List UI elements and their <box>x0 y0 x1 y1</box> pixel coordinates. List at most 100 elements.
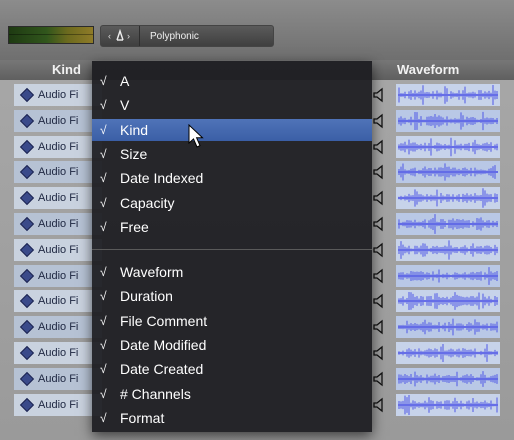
toolbar: ‹ › Polyphonic <box>0 0 514 61</box>
menu-item-file-comment[interactable]: √ File Comment <box>92 310 372 332</box>
checkmark-icon: √ <box>100 289 107 304</box>
checkmark-icon: √ <box>100 74 107 88</box>
file-type-icon <box>19 397 35 412</box>
elastic-audio-selector[interactable]: ‹ › Polyphonic <box>100 25 274 47</box>
speaker-icon[interactable] <box>372 190 388 206</box>
mouse-pointer-icon <box>188 124 204 148</box>
waveform-icon[interactable] <box>396 212 500 235</box>
tuning-fork-icon[interactable]: ‹ › <box>101 26 140 46</box>
kind-label: Audio Fi <box>38 372 79 385</box>
file-type-icon <box>19 87 35 103</box>
waveform-icon[interactable] <box>396 187 500 210</box>
waveform-icon[interactable] <box>396 84 500 106</box>
waveform-icon[interactable] <box>396 341 500 364</box>
file-type-icon <box>19 139 35 154</box>
checkmark-icon: √ <box>100 386 107 401</box>
speaker-icon[interactable] <box>372 242 388 258</box>
waveform-icon[interactable] <box>396 393 500 416</box>
kind-cell[interactable]: Audio Fi <box>14 187 102 210</box>
menu-item-label: Capacity <box>120 194 175 211</box>
menu-item-size[interactable]: √ Size <box>92 143 372 165</box>
file-type-icon <box>19 294 35 309</box>
speaker-icon[interactable] <box>372 371 388 387</box>
kind-label: Audio Fi <box>38 321 79 334</box>
waveform-icon[interactable] <box>396 109 500 132</box>
speaker-icon[interactable] <box>372 113 388 129</box>
menu-item-duration[interactable]: √ Duration <box>92 285 372 307</box>
speaker-icon[interactable] <box>372 319 388 335</box>
menu-item-capacity[interactable]: √ Capacity <box>92 192 372 214</box>
menu-item-waveform[interactable]: √ Waveform <box>92 261 372 283</box>
menu-item-kind[interactable]: √ Kind <box>92 118 372 141</box>
file-type-icon <box>19 345 35 361</box>
speaker-icon[interactable] <box>372 268 388 284</box>
checkmark-icon: √ <box>100 265 107 279</box>
column-header-kind[interactable]: Kind <box>52 62 81 77</box>
kind-label: Audio Fi <box>38 89 79 101</box>
menu-item-label: Format <box>120 409 165 426</box>
menu-item-label: Duration <box>120 288 173 305</box>
waveform-icon[interactable] <box>396 367 500 390</box>
kind-cell[interactable]: Audio Fi <box>14 84 102 106</box>
menu-item-format[interactable]: √ Format <box>92 407 372 429</box>
kind-cell[interactable]: Audio Fi <box>14 238 102 261</box>
menu-item-date-indexed[interactable]: √ Date Indexed <box>92 167 372 189</box>
svg-text:›: › <box>127 31 130 41</box>
speaker-icon[interactable] <box>372 293 388 309</box>
waveform-icon[interactable] <box>396 238 500 261</box>
menu-item-label: V <box>120 97 130 114</box>
menu-item-channels[interactable]: √ # Channels <box>92 383 372 405</box>
waveform-icon[interactable] <box>396 135 500 158</box>
menu-item-a[interactable]: √ A <box>92 70 372 92</box>
kind-cell[interactable]: Audio Fi <box>14 161 102 184</box>
column-header-waveform[interactable]: Waveform <box>397 62 459 77</box>
file-type-icon <box>19 216 35 232</box>
kind-cell[interactable]: Audio Fi <box>14 341 102 364</box>
speaker-icon[interactable] <box>372 87 388 103</box>
kind-label: Audio Fi <box>38 140 79 153</box>
menu-item-v[interactable]: √ V <box>92 94 372 116</box>
kind-cell[interactable]: Audio Fi <box>14 212 102 235</box>
speaker-icon[interactable] <box>372 397 388 413</box>
menu-item-label: File Comment <box>120 312 208 329</box>
menu-item-label: Size <box>120 145 148 162</box>
waveform-icon[interactable] <box>396 161 500 184</box>
kind-label: Audio Fi <box>38 398 79 411</box>
checkmark-icon: √ <box>100 362 107 377</box>
mode-label: Polyphonic <box>150 30 199 42</box>
kind-label: Audio Fi <box>38 269 79 282</box>
speaker-icon[interactable] <box>372 345 388 361</box>
file-type-icon <box>19 165 35 180</box>
waveform-icon[interactable] <box>396 264 500 287</box>
checkmark-icon: √ <box>100 410 107 425</box>
kind-cell[interactable]: Audio Fi <box>14 393 102 416</box>
file-type-icon <box>19 371 35 386</box>
kind-cell[interactable]: Audio Fi <box>14 135 102 158</box>
speaker-icon[interactable] <box>372 164 388 180</box>
waveform-icon[interactable] <box>396 290 500 313</box>
kind-cell[interactable]: Audio Fi <box>14 367 102 390</box>
kind-cell[interactable]: Audio Fi <box>14 316 102 339</box>
speaker-icon[interactable] <box>372 216 388 232</box>
kind-cell[interactable]: Audio Fi <box>14 109 102 132</box>
waveform-icon[interactable] <box>396 316 500 339</box>
file-type-icon <box>19 191 35 206</box>
kind-cell[interactable]: Audio Fi <box>14 290 102 313</box>
kind-label: Audio Fi <box>38 243 79 256</box>
speaker-icon[interactable] <box>372 139 388 155</box>
menu-item-date-modified[interactable]: √ Date Modified <box>92 334 372 356</box>
menu-item-label: Date Modified <box>120 336 207 353</box>
checkmark-icon: √ <box>100 171 107 186</box>
menu-item-free[interactable]: √ Free <box>92 216 372 238</box>
kind-label: Audio Fi <box>38 295 79 308</box>
menu-item-label: Date Created <box>120 361 204 378</box>
menu-item-date-created[interactable]: √ Date Created <box>92 358 372 380</box>
menu-item-label: # Channels <box>120 385 191 402</box>
checkmark-icon: √ <box>100 98 107 113</box>
menu-item-label: Free <box>120 218 149 235</box>
checkmark-icon: √ <box>100 146 107 161</box>
kind-cell[interactable]: Audio Fi <box>14 264 102 287</box>
menu-separator <box>92 249 372 250</box>
window: ‹ › Polyphonic Kind Waveform Audio Fi Aud… <box>0 0 514 440</box>
checkmark-icon: √ <box>100 195 107 210</box>
